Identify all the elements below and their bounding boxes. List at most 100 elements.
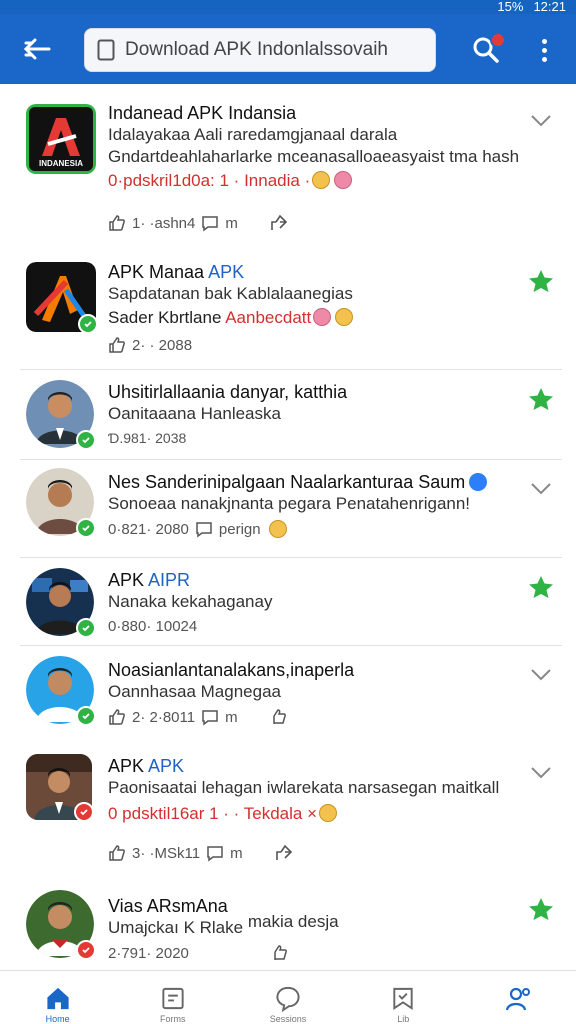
- search-bar[interactable]: [84, 28, 436, 72]
- tag-text: 0·pdskril1d0a: 1 · Innadia ·: [108, 171, 311, 190]
- profile-icon: [506, 987, 531, 1011]
- chevron-down-icon: [531, 669, 551, 681]
- share-icon[interactable]: [270, 708, 288, 726]
- favorite-button[interactable]: [528, 574, 554, 600]
- likes-count: Ɗ.981· 2038: [108, 430, 187, 446]
- favorite-button[interactable]: [528, 386, 554, 412]
- avatar: [26, 656, 96, 726]
- overflow-menu-button[interactable]: [530, 30, 558, 70]
- likes-count: 2· · 2088: [132, 336, 193, 354]
- avatar: [26, 890, 96, 960]
- dot: [541, 38, 547, 44]
- nav-sessions[interactable]: Sessions: [230, 971, 345, 1024]
- line-text: Umajckaı K Rlake: [108, 918, 244, 937]
- chevron-down-icon: [531, 767, 551, 779]
- chevron-down-icon: [531, 483, 551, 495]
- list-item[interactable]: Uhsitirlallaania danyar, katthia Oanitaa…: [0, 370, 576, 460]
- item-title: Vias ARsmAna: [108, 896, 228, 916]
- line-red-text: Aanbecdatt: [225, 308, 312, 327]
- comment-count: m: [230, 844, 243, 862]
- item-tags: 0·pdskril1d0a: 1 · Innadia ·: [108, 171, 354, 191]
- emoji-icon: [268, 520, 287, 538]
- expand-button[interactable]: [528, 476, 554, 502]
- likes-count: 0·880· 10024: [108, 618, 198, 635]
- title-accent: APK: [148, 756, 185, 776]
- expand-button[interactable]: [528, 760, 554, 786]
- item-title: Uhsitirlallaania danyar, katthia: [108, 382, 348, 402]
- item-line: Nanaka kekahaganay: [108, 592, 273, 611]
- nav-profile[interactable]: [461, 971, 576, 1024]
- app-logo-image: INDANESIA: [26, 104, 96, 174]
- title-accent: APK: [208, 262, 245, 282]
- star-icon: [529, 898, 553, 920]
- online-status-icon: [76, 618, 96, 638]
- favorite-button[interactable]: [528, 268, 554, 294]
- status-icon: [74, 802, 94, 822]
- thumbs-up-icon[interactable]: [271, 944, 289, 962]
- feed-list: INDANESIA Indanead APK Indansia Idalayak…: [0, 84, 576, 970]
- avatar: [26, 568, 96, 638]
- bookmark-icon: [393, 987, 413, 1010]
- item-line: Paonisaatai lehagan iwlarekata narsasega…: [108, 778, 500, 797]
- item-line: Umajckaı K Rlake makia desja: [108, 912, 339, 938]
- title-text: APK: [108, 756, 149, 776]
- comment-icon[interactable]: [201, 708, 219, 726]
- thumbs-up-icon[interactable]: [108, 214, 126, 232]
- nav-forms[interactable]: Forms: [115, 971, 230, 1024]
- online-status-icon: [76, 430, 96, 450]
- search-input[interactable]: [125, 39, 425, 61]
- status-bar: 15% 12:21: [0, 0, 576, 14]
- emoji-icon: [334, 171, 353, 189]
- item-meta: 2·791· 2020: [108, 944, 289, 962]
- expand-button[interactable]: [528, 662, 554, 688]
- back-button[interactable]: [12, 24, 62, 74]
- favorite-button[interactable]: [528, 896, 554, 922]
- item-title: Nes Sanderinipalgaan Naalarkanturaa Saum: [108, 472, 488, 493]
- dot: [541, 56, 547, 62]
- nav-library[interactable]: Lib: [346, 971, 461, 1024]
- share-icon[interactable]: [270, 214, 288, 232]
- thumbs-up-icon[interactable]: [108, 844, 126, 862]
- item-name: APK AIPR: [108, 570, 190, 591]
- list-item[interactable]: INDANESIA Indanead APK Indansia Idalayak…: [0, 84, 576, 246]
- avatar: [26, 380, 96, 450]
- home-icon: [46, 987, 69, 1010]
- list-item[interactable]: Vias ARsmAna Umajckaı K Rlake makia desj…: [0, 882, 576, 970]
- app-logo: INDANESIA: [26, 104, 96, 174]
- list-item[interactable]: APK Manaa APK Sapdatanan bak Kablalaaneg…: [0, 254, 576, 370]
- online-status-icon: [76, 518, 96, 538]
- list-item[interactable]: APK APK Paonisaatai lehagan iwlarekata n…: [0, 744, 576, 874]
- chat-icon: [276, 986, 300, 1012]
- list-item[interactable]: APK AIPR Nanaka kekahaganay 0·880· 10024: [0, 558, 576, 646]
- likes-count: 3· ·MSk11: [132, 844, 201, 862]
- item-line: Oannhasaa Magnegaa: [108, 682, 281, 701]
- expand-button[interactable]: [528, 108, 554, 134]
- item-meta: 2· · 2088: [108, 336, 192, 354]
- comment-count: perign: [218, 520, 261, 538]
- title-accent: AIPR: [148, 570, 191, 590]
- item-title: APK APK: [108, 756, 184, 777]
- title-text: Nes Sanderinipalgaan Naalarkanturaa Saum: [108, 472, 466, 492]
- comment-icon[interactable]: [206, 844, 224, 862]
- comment-icon[interactable]: [201, 214, 219, 232]
- emoji-icon: [319, 804, 337, 822]
- search-button[interactable]: [466, 30, 506, 70]
- comment-icon[interactable]: [195, 520, 213, 538]
- thumbs-up-icon[interactable]: [108, 708, 126, 726]
- notification-badge: [490, 32, 506, 48]
- item-title: Noasianlantanalakans,inaperla: [108, 660, 355, 680]
- app-logo: [26, 262, 98, 334]
- status-icon: [76, 940, 96, 960]
- star-icon: [529, 576, 553, 598]
- comment-count: m: [225, 708, 238, 726]
- item-line: Gndartdeahlaharlarke mceanasalloaeasyais…: [108, 147, 520, 166]
- logo-text: INDANESIA: [39, 159, 83, 168]
- list-item[interactable]: Noasianlantanalakans,inaperla Oannhasaa …: [0, 646, 576, 738]
- item-line: Sonoeaa nanakjnanta pegara Penatahenriga…: [108, 494, 471, 513]
- nav-home[interactable]: Home: [0, 971, 115, 1024]
- list-item[interactable]: Nes Sanderinipalgaan Naalarkanturaa Saum…: [0, 460, 576, 558]
- thumbs-up-icon[interactable]: [108, 336, 126, 354]
- likes-count: 1· ·ashn4: [132, 214, 196, 232]
- item-line: Oanitaaana Hanleaska: [108, 404, 281, 423]
- share-icon[interactable]: [275, 844, 293, 862]
